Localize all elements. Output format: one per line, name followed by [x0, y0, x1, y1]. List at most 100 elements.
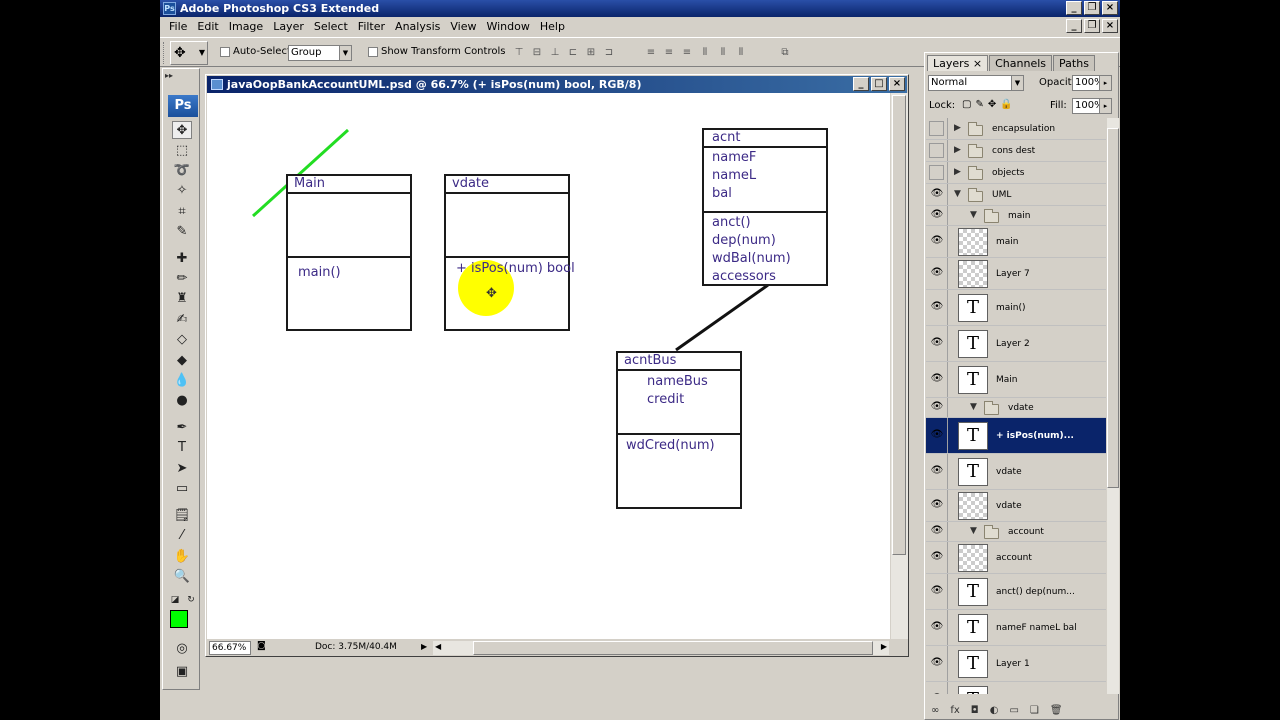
path-select-icon[interactable]: ➤	[172, 460, 192, 478]
shape-tool-icon[interactable]: ▭	[172, 480, 192, 498]
visibility-eye-icon[interactable]: 👁	[929, 525, 945, 539]
doc-close-button[interactable]: ×	[1102, 19, 1118, 33]
link-layers-icon[interactable]: ∞	[931, 705, 939, 716]
expand-right-icon[interactable]: ▶	[954, 167, 961, 177]
layers-scrollbar[interactable]	[1107, 118, 1119, 694]
layer-row[interactable]: 👁 Tmain()	[926, 290, 1106, 326]
doc-win-close-button[interactable]: ×	[889, 77, 905, 91]
auto-align-icon[interactable]: ⧉	[778, 46, 792, 60]
distribute-bottom-icon[interactable]: ≡	[680, 46, 694, 60]
horizontal-scroll-thumb[interactable]	[473, 641, 873, 655]
lock-transparency-icon[interactable]: ▢	[962, 99, 971, 110]
layer-row[interactable]: 👁T	[926, 682, 1106, 694]
distribute-left-icon[interactable]: ⫴	[698, 46, 712, 60]
menu-image[interactable]: Image	[224, 20, 268, 33]
eraser-tool-icon[interactable]: ◇	[172, 331, 192, 349]
notes-tool-icon[interactable]: 🗒	[172, 507, 192, 525]
swap-colors-icon[interactable]: ↻	[181, 591, 201, 609]
auto-select-dropdown[interactable]: Group ▼	[288, 45, 352, 61]
visibility-toggle-empty[interactable]	[929, 143, 944, 158]
expand-down-icon[interactable]: ▼	[970, 526, 977, 536]
visibility-eye-icon[interactable]: 👁	[929, 693, 945, 694]
canvas-horizontal-scrollbar[interactable]: ◀ ▶	[433, 641, 889, 655]
tool-preset-picker[interactable]: ✥ ▼	[170, 41, 208, 65]
scroll-right-arrow-icon[interactable]: ▶	[881, 642, 887, 651]
align-hcenter-icon[interactable]: ⊞	[584, 46, 598, 60]
layers-scroll-thumb[interactable]	[1107, 128, 1119, 488]
doc-minimize-button[interactable]: _	[1066, 19, 1082, 33]
status-menu-icon[interactable]: ◙	[257, 641, 269, 654]
zoom-tool-icon[interactable]: 🔍	[172, 568, 192, 586]
align-left-icon[interactable]: ⊏	[566, 46, 580, 60]
opacity-field[interactable]: 100% ▸	[1072, 75, 1112, 91]
distribute-hcenter-icon[interactable]: ⫴	[716, 46, 730, 60]
visibility-eye-icon[interactable]: 👁	[929, 235, 945, 249]
slice-tool-icon[interactable]: ✎	[172, 223, 192, 241]
visibility-eye-icon[interactable]: 👁	[929, 209, 945, 223]
quick-mask-icon[interactable]: ◎	[172, 640, 192, 658]
lock-all-icon[interactable]: 🔒	[1000, 99, 1012, 110]
type-tool-icon[interactable]: T	[172, 439, 192, 457]
visibility-eye-icon[interactable]: 👁	[929, 429, 945, 443]
adjustment-layer-icon[interactable]: ◐	[990, 705, 999, 716]
layer-row[interactable]: 👁 Tvdate	[926, 454, 1106, 490]
close-button[interactable]: ×	[1102, 1, 1118, 15]
visibility-eye-icon[interactable]: 👁	[929, 267, 945, 281]
distribute-vcenter-icon[interactable]: ≡	[662, 46, 676, 60]
menu-select[interactable]: Select	[309, 20, 353, 33]
lasso-tool-icon[interactable]: ➰	[172, 162, 192, 180]
tab-channels[interactable]: Channels	[989, 55, 1053, 71]
menu-view[interactable]: View	[445, 20, 481, 33]
layer-row[interactable]: 👁 vdate	[926, 490, 1106, 522]
collapse-arrows-icon[interactable]: ▸▸	[165, 71, 173, 80]
distribute-top-icon[interactable]: ≡	[644, 46, 658, 60]
clone-stamp-icon[interactable]: ♜	[172, 290, 192, 308]
layer-style-icon[interactable]: fx	[950, 705, 959, 716]
visibility-eye-icon[interactable]: 👁	[929, 585, 945, 599]
eyedropper-icon[interactable]: ⁄	[172, 527, 192, 545]
zoom-level-field[interactable]: 66.67%	[209, 641, 251, 655]
layer-group-row[interactable]: 👁 ▼ account	[926, 522, 1106, 542]
document-title-bar[interactable]: javaOopBankAccountUML.psd @ 66.7% (+ isP…	[207, 76, 907, 93]
expand-down-icon[interactable]: ▼	[970, 210, 977, 220]
layer-row[interactable]: 👁 Tanct() dep(num...	[926, 574, 1106, 610]
add-mask-icon[interactable]: ◘	[971, 705, 979, 716]
doc-win-maximize-button[interactable]: □	[871, 77, 887, 91]
crop-tool-icon[interactable]: ⌗	[172, 203, 192, 221]
visibility-eye-icon[interactable]: 👁	[929, 373, 945, 387]
menu-edit[interactable]: Edit	[192, 20, 223, 33]
align-bottom-icon[interactable]: ⊥	[548, 46, 562, 60]
visibility-eye-icon[interactable]: 👁	[929, 337, 945, 351]
move-tool-icon[interactable]: ✥	[172, 121, 192, 139]
tab-paths[interactable]: Paths	[1053, 55, 1095, 71]
distribute-right-icon[interactable]: ⫴	[734, 46, 748, 60]
layer-row[interactable]: 👁 TnameF nameL bal	[926, 610, 1106, 646]
canvas-vertical-scrollbar[interactable]	[891, 93, 908, 639]
new-group-icon[interactable]: ▭	[1009, 705, 1018, 716]
brush-tool-icon[interactable]: ✏	[172, 270, 192, 288]
tab-layers[interactable]: Layers ×	[927, 55, 989, 71]
hand-tool-icon[interactable]: ✋	[172, 548, 192, 566]
expand-down-icon[interactable]: ▼	[970, 402, 977, 412]
visibility-eye-icon[interactable]: 👁	[929, 465, 945, 479]
magic-wand-icon[interactable]: ✧	[172, 182, 192, 200]
visibility-eye-icon[interactable]: 👁	[929, 621, 945, 635]
dodge-tool-icon[interactable]: ●	[172, 392, 192, 410]
screen-mode-icon[interactable]: ▣	[172, 663, 192, 681]
menu-filter[interactable]: Filter	[353, 20, 390, 33]
fill-field[interactable]: 100% ▸	[1072, 98, 1112, 114]
paint-bucket-icon[interactable]: ◆	[172, 352, 192, 370]
foreground-color-swatch[interactable]	[170, 610, 188, 628]
layer-row[interactable]: 👁 T Layer 2	[926, 326, 1106, 362]
blend-mode-dropdown[interactable]: Normal ▼	[928, 75, 1024, 91]
visibility-toggle-empty[interactable]	[929, 165, 944, 180]
doc-win-minimize-button[interactable]: _	[853, 77, 869, 91]
doc-restore-button[interactable]: ❐	[1084, 19, 1100, 33]
layer-row[interactable]: 👁 account	[926, 542, 1106, 574]
menu-analysis[interactable]: Analysis	[390, 20, 445, 33]
menu-help[interactable]: Help	[535, 20, 570, 33]
history-brush-icon[interactable]: ✍	[172, 311, 192, 329]
layer-row[interactable]: 👁 main	[926, 226, 1106, 258]
restore-button[interactable]: ❐	[1084, 1, 1100, 15]
menu-layer[interactable]: Layer	[268, 20, 309, 33]
